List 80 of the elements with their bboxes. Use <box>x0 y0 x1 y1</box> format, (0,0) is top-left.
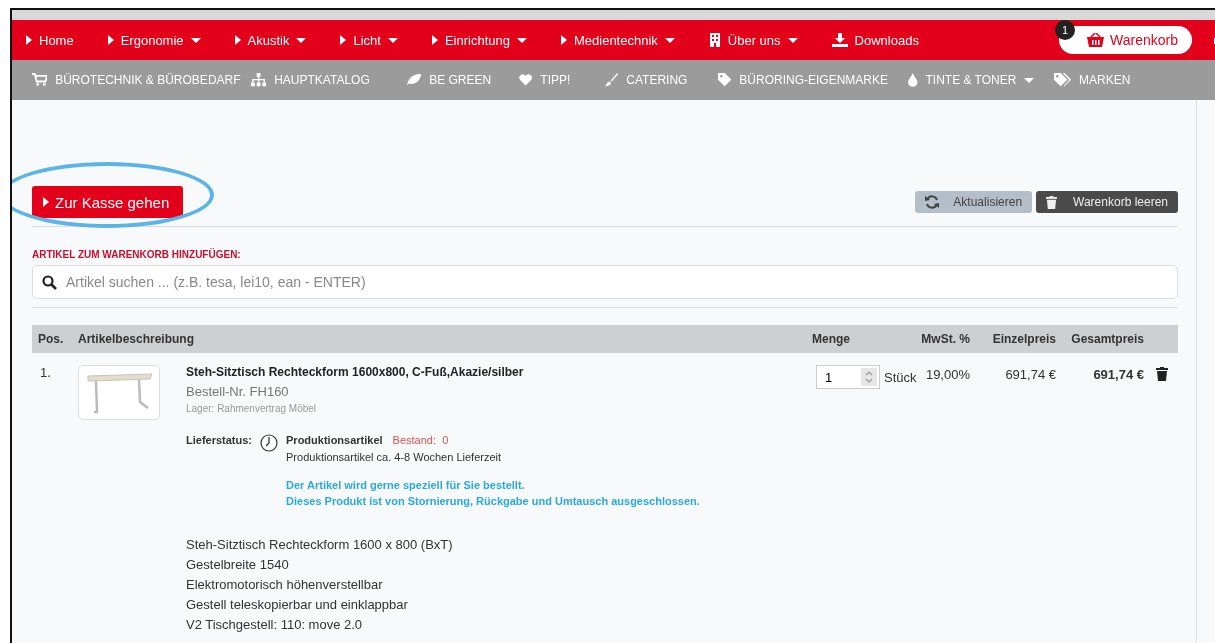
leaf-icon <box>406 73 422 87</box>
delete-button[interactable] <box>1156 367 1170 383</box>
description-line: V2 Tischgestell: 110: move 2.0 <box>186 617 364 632</box>
category-link[interactable]: BÜROTECHNIK & BÜROBEDARF <box>32 73 251 87</box>
section-heading: ARTIKEL ZUM WARENKORB HINZUFÜGEN: <box>32 249 242 260</box>
category-link[interactable]: CATERING <box>605 73 718 87</box>
total-price: 691,74 € <box>1092 366 1144 382</box>
description-line: Steh-Sitztisch Rechteckform 1600 x 800 (BxT) <box>186 537 454 552</box>
category-link[interactable]: BE GREEN <box>406 73 519 87</box>
nav-link[interactable]: Akustik <box>234 32 307 48</box>
sitemap-icon <box>251 73 267 87</box>
checkout-button[interactable]: Zur Kasse gehen <box>32 186 184 218</box>
column-header: Einzelpreis <box>991 332 1056 346</box>
caret-icon <box>1024 77 1035 83</box>
nav-link[interactable]: Über uns <box>708 32 798 48</box>
search-icon <box>42 275 57 290</box>
position-number: 1. <box>39 365 52 380</box>
product-thumbnail[interactable] <box>78 365 160 420</box>
caret-icon <box>387 37 398 43</box>
caret-icon <box>296 37 307 43</box>
stepper-icon[interactable] <box>861 368 877 386</box>
tag-icon <box>718 73 732 87</box>
search-field[interactable]: Artikel suchen ... (z.B. tesa, lei10, ean - ENTER) <box>32 265 1178 299</box>
nav-link[interactable]: Medientechnik <box>561 32 675 48</box>
tags-icon <box>1054 73 1072 87</box>
column-header: Artikelbeschreibung <box>78 332 196 346</box>
triangle-icon <box>234 35 241 45</box>
triangle-icon <box>107 35 114 45</box>
clock-icon <box>260 434 279 452</box>
triangle-icon <box>561 35 567 45</box>
refresh-icon <box>925 195 940 209</box>
heart-icon <box>519 74 533 86</box>
trash-icon <box>1046 195 1058 209</box>
brush-icon <box>605 73 619 87</box>
triangle-icon <box>43 197 49 207</box>
unit-label: Stück <box>884 369 917 385</box>
nav-link[interactable]: Licht <box>340 32 398 48</box>
caret-icon <box>517 37 527 43</box>
description-line: Gestell teleskopierbar und einklappbar <box>186 597 409 612</box>
nav-link[interactable]: Downloads <box>831 32 919 48</box>
notice-text: Der Artikel wird gerne speziell für Sie bestellt. <box>286 479 526 491</box>
triangle-icon <box>340 35 347 45</box>
column-header: Gesamtpreis <box>1070 332 1144 346</box>
category-link[interactable]: HAUPTKATALOG <box>251 73 406 87</box>
delivery-note: Produktionsartikel ca. 4-8 Wochen Lieferzeit <box>286 451 503 463</box>
status-label: Produktionsartikel <box>286 434 383 446</box>
clear-cart-button[interactable]: Warenkorb leeren <box>1036 191 1178 213</box>
stock-label: Bestand: 0 <box>392 434 449 446</box>
category-link[interactable]: BÜRORING-EIGENMARKE <box>718 73 908 87</box>
column-header: Menge <box>812 332 851 346</box>
triangle-icon <box>431 35 438 45</box>
trash-icon <box>1156 367 1168 381</box>
refresh-button[interactable]: Aktualisieren <box>915 191 1033 213</box>
download-icon <box>831 33 848 47</box>
building-icon <box>708 33 721 47</box>
category-link[interactable]: MARKEN <box>1054 73 1154 87</box>
basket-icon <box>1087 33 1105 47</box>
category-link[interactable]: TINTE & TONER <box>908 73 1054 87</box>
desk-drawing <box>84 371 154 414</box>
caret-icon <box>787 37 798 43</box>
category-link[interactable]: TIPP! <box>519 73 605 87</box>
caret-icon <box>664 37 675 43</box>
nav-link[interactable]: Home <box>26 32 74 48</box>
triangle-icon <box>26 35 32 45</box>
count-badge: 1 <box>1055 20 1076 40</box>
cart-icon <box>32 73 48 87</box>
delivery-label: Lieferstatus: <box>186 434 253 448</box>
column-header: Pos. <box>37 332 65 346</box>
warehouse-label: Lager: Rahmenvertrag Möbel <box>186 403 318 414</box>
nav-link[interactable]: Einrichtung <box>431 32 527 48</box>
column-header: MwSt. % <box>920 332 970 346</box>
description-line: Gestelbreite 1540 <box>186 557 290 572</box>
description-line: Elektromotorisch höhenverstellbar <box>186 577 384 592</box>
order-number: Bestell-Nr. FH160 <box>186 384 290 399</box>
product-title: Steh-Sitztisch Rechteckform 1600x800, C-Fuß,Akazie/silber <box>186 365 524 379</box>
notice-text: Dieses Produkt ist von Stornierung, Rückgabe und Umtausch ausgeschlossen. <box>286 495 700 507</box>
caret-icon <box>190 37 201 43</box>
table-cell-text: 691,74 € <box>1004 366 1056 382</box>
drop-icon <box>908 73 918 87</box>
nav-link[interactable]: Ergonomie <box>107 32 201 48</box>
